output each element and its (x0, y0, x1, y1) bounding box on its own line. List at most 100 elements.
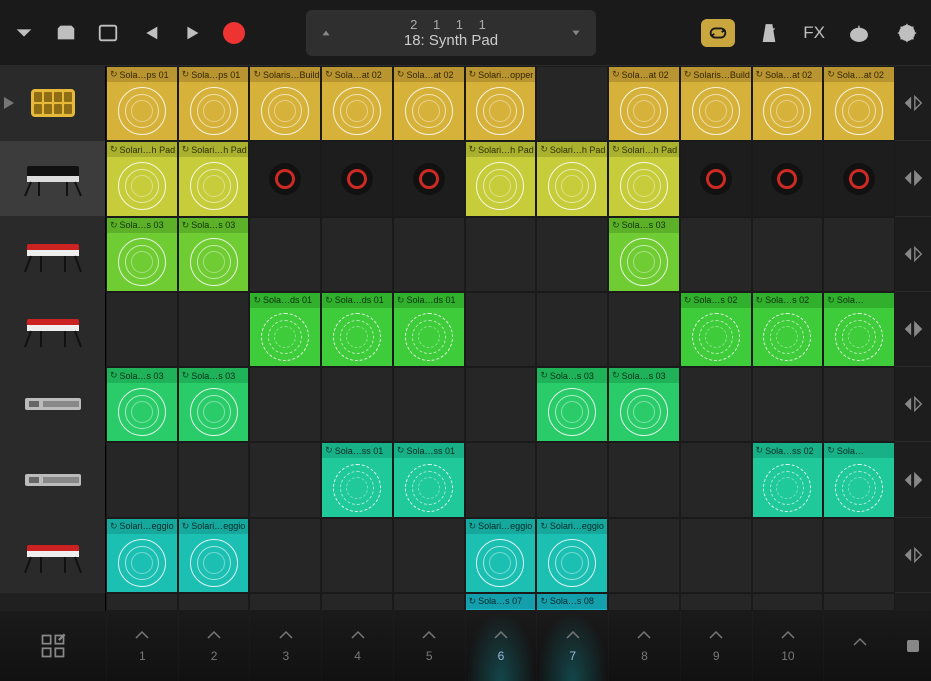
cell-r6-c7[interactable] (536, 442, 608, 517)
cell-r2-c3[interactable] (249, 141, 321, 216)
lcd-center[interactable]: 2 1 1 1 18: Synth Pad (336, 17, 566, 49)
cell-r3-c5[interactable] (393, 217, 465, 292)
cell-r1-c8[interactable]: Sola…at 02 (608, 66, 680, 141)
cell-r1-c5[interactable]: Sola…at 02 (393, 66, 465, 141)
track-header-live-loops-master[interactable] (0, 66, 106, 141)
row-trigger-1[interactable] (895, 66, 931, 141)
scene-trigger-10[interactable]: 10 (752, 611, 824, 681)
cell-r2-c8[interactable]: Solari…h Pad (608, 141, 680, 216)
cell-r2-c2[interactable]: Solari…h Pad (178, 141, 250, 216)
cell-r4-c8[interactable] (608, 292, 680, 367)
cell-r4-c5[interactable]: Sola…ds 01 (393, 292, 465, 367)
cell-r5-c2[interactable]: Sola…s 03 (178, 367, 250, 442)
grid-edit-button[interactable] (0, 611, 106, 681)
cell-r4-c7[interactable] (536, 292, 608, 367)
cell-r5-c1[interactable]: Sola…s 03 (106, 367, 178, 442)
cell-r7-c11[interactable] (823, 518, 895, 593)
cell-r1-c6[interactable]: Solari…opper (465, 66, 537, 141)
track-header-bass-synth-2[interactable] (0, 442, 106, 517)
lcd-display[interactable]: 2 1 1 1 18: Synth Pad (306, 10, 596, 56)
stop-all-button[interactable] (895, 611, 931, 681)
cell-r7-c9[interactable] (680, 518, 752, 593)
cell-r4-c9[interactable]: Sola…s 02 (680, 292, 752, 367)
cell-r4-c1[interactable] (106, 292, 178, 367)
cell-r3-c7[interactable] (536, 217, 608, 292)
cell-r4-c6[interactable] (465, 292, 537, 367)
cell-r7-c4[interactable] (321, 518, 393, 593)
row-trigger-7[interactable] (895, 518, 931, 593)
scene-trigger-4[interactable]: 4 (321, 611, 393, 681)
cycle-loop-button[interactable] (701, 19, 735, 47)
row-trigger-5[interactable] (895, 367, 931, 442)
library-button[interactable] (52, 19, 80, 47)
row-trigger-2[interactable] (895, 141, 931, 216)
cell-r5-c4[interactable] (321, 367, 393, 442)
cell-r6-c9[interactable] (680, 442, 752, 517)
settings-button[interactable] (893, 19, 921, 47)
cell-r2-c11[interactable] (823, 141, 895, 216)
track-header-synth-pad[interactable] (0, 141, 106, 216)
cell-r8-c11[interactable] (823, 593, 895, 611)
cell-r1-c4[interactable]: Sola…at 02 (321, 66, 393, 141)
cell-r8-c4[interactable] (321, 593, 393, 611)
lcd-prev-button[interactable] (316, 26, 336, 40)
cell-r5-c8[interactable]: Sola…s 03 (608, 367, 680, 442)
record-button[interactable] (220, 19, 248, 47)
menu-dropdown-button[interactable] (10, 19, 38, 47)
cell-r8-c6[interactable]: Sola…s 07 (465, 593, 537, 611)
cell-r1-c1[interactable]: Sola…ps 01 (106, 66, 178, 141)
cell-r1-c9[interactable]: Solaris…Build (680, 66, 752, 141)
cell-r6-c1[interactable] (106, 442, 178, 517)
cell-r7-c8[interactable] (608, 518, 680, 593)
row-trigger-4[interactable] (895, 292, 931, 367)
cell-r7-c1[interactable]: Solari…eggio (106, 518, 178, 593)
cell-r3-c11[interactable] (823, 217, 895, 292)
cell-r4-c11[interactable]: Sola… (823, 292, 895, 367)
cell-r5-c3[interactable] (249, 367, 321, 442)
cell-r7-c3[interactable] (249, 518, 321, 593)
cell-r2-c6[interactable]: Solari…h Pad (465, 141, 537, 216)
cell-r4-c3[interactable]: Sola…ds 01 (249, 292, 321, 367)
cell-r5-c11[interactable] (823, 367, 895, 442)
scene-trigger-9[interactable]: 9 (680, 611, 752, 681)
go-to-start-button[interactable] (136, 19, 164, 47)
scene-trigger-6[interactable]: 6 (465, 611, 537, 681)
cell-r1-c2[interactable]: Sola…ps 01 (178, 66, 250, 141)
scene-trigger-2[interactable]: 2 (178, 611, 250, 681)
scene-trigger-7[interactable]: 7 (536, 611, 608, 681)
cell-r5-c7[interactable]: Sola…s 03 (536, 367, 608, 442)
cell-r7-c6[interactable]: Solari…eggio (465, 518, 537, 593)
cell-r3-c9[interactable] (680, 217, 752, 292)
cell-r3-c4[interactable] (321, 217, 393, 292)
cell-r8-c8[interactable] (608, 593, 680, 611)
cell-r7-c7[interactable]: Solari…eggio (536, 518, 608, 593)
cell-r1-c11[interactable]: Sola…at 02 (823, 66, 895, 141)
cell-r3-c1[interactable]: Sola…s 03 (106, 217, 178, 292)
cell-r4-c2[interactable] (178, 292, 250, 367)
view-button[interactable] (94, 19, 122, 47)
cell-r8-c7[interactable]: Sola…s 08 (536, 593, 608, 611)
cell-r5-c6[interactable] (465, 367, 537, 442)
cell-r6-c4[interactable]: Sola…ss 01 (321, 442, 393, 517)
cell-r5-c10[interactable] (752, 367, 824, 442)
cell-r6-c11[interactable]: Sola… (823, 442, 895, 517)
fx-button[interactable]: FX (803, 23, 825, 43)
cell-r8-c2[interactable] (178, 593, 250, 611)
cell-r3-c6[interactable] (465, 217, 537, 292)
cell-r2-c9[interactable] (680, 141, 752, 216)
cell-r6-c6[interactable] (465, 442, 537, 517)
cell-r4-c10[interactable]: Sola…s 02 (752, 292, 824, 367)
cell-r2-c5[interactable] (393, 141, 465, 216)
cell-r3-c10[interactable] (752, 217, 824, 292)
scene-trigger-5[interactable]: 5 (393, 611, 465, 681)
play-button[interactable] (178, 19, 206, 47)
cell-r3-c3[interactable] (249, 217, 321, 292)
cell-r3-c8[interactable]: Sola…s 03 (608, 217, 680, 292)
cell-r6-c3[interactable] (249, 442, 321, 517)
track-header-bass-synth-1[interactable] (0, 367, 106, 442)
cell-r8-c9[interactable] (680, 593, 752, 611)
row-trigger-3[interactable] (895, 217, 931, 292)
scene-trigger-1[interactable]: 1 (106, 611, 178, 681)
cell-r8-c1[interactable] (106, 593, 178, 611)
track-header-keys-red-2[interactable] (0, 292, 106, 367)
